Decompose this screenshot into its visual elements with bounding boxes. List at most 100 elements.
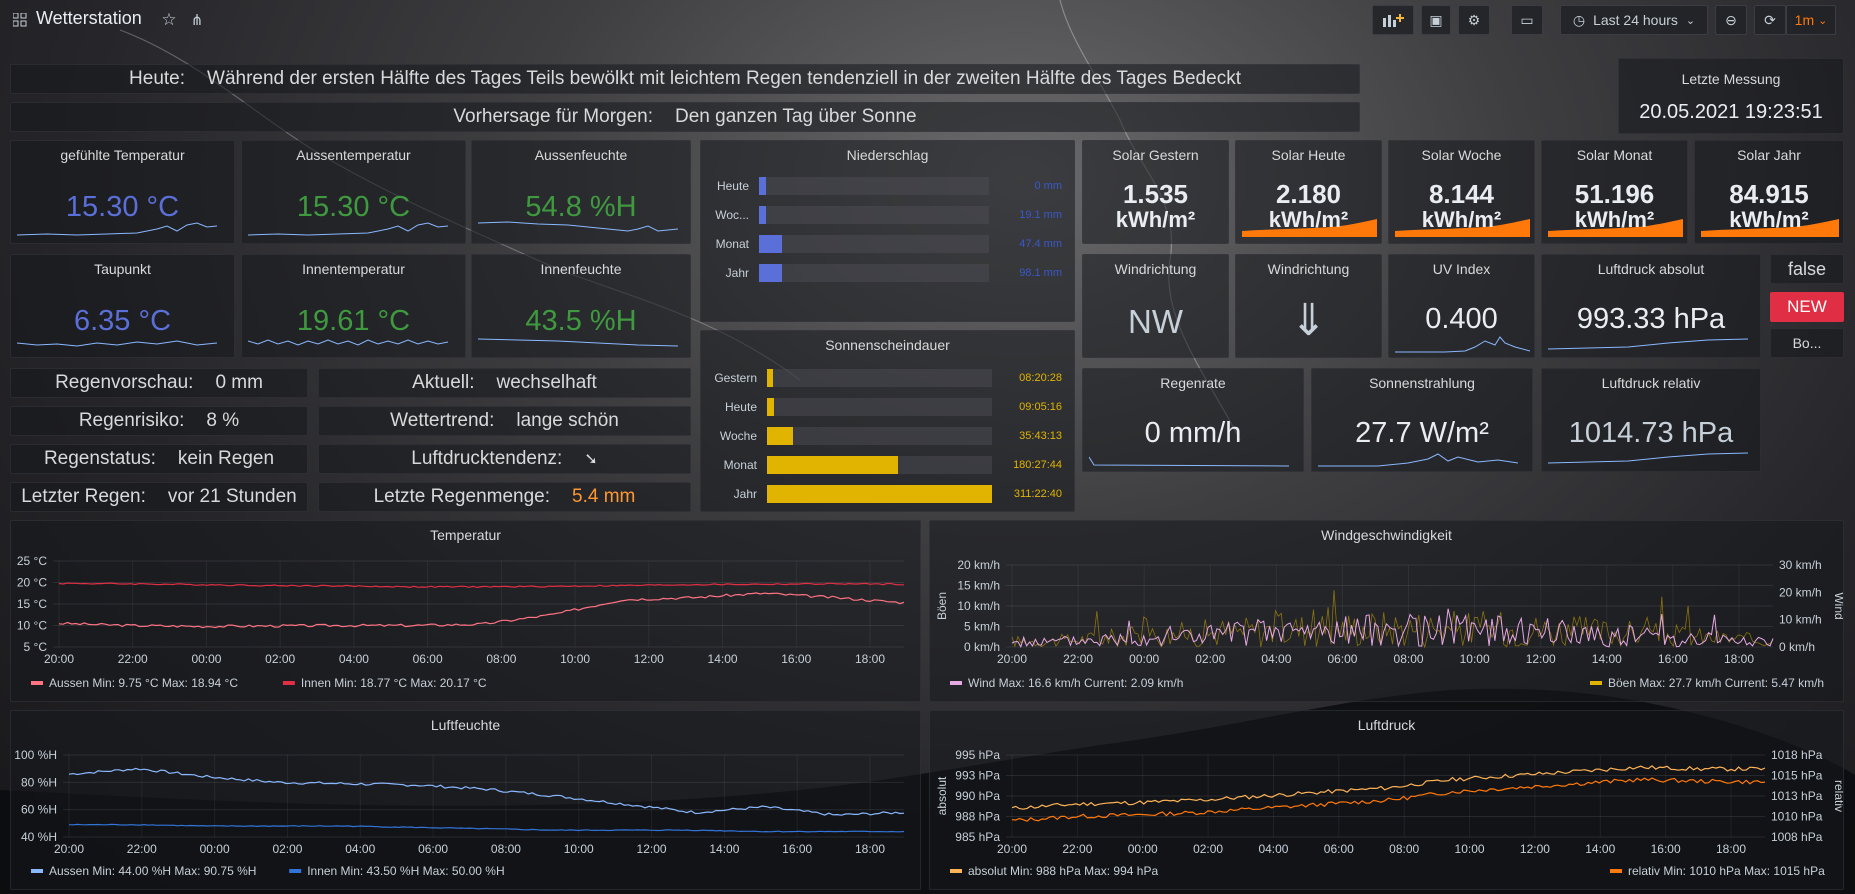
panel-title: gefühlte Temperatur [60, 147, 185, 163]
x-tick-label: 04:00 [1261, 652, 1291, 666]
legend-item[interactable]: Aussen Min: 44.00 %H Max: 90.75 %H [49, 864, 256, 878]
panel-title: Solar Gestern [1112, 147, 1199, 163]
stat-panel-windrichtung-arrow[interactable]: Windrichtung ⇓ [1235, 254, 1382, 358]
x-tick-label: 06:00 [1324, 842, 1354, 856]
stat-panel-regenrate[interactable]: Regenrate 0 mm/h [1082, 368, 1304, 472]
luftfeuchte-chart-panel[interactable]: Luftfeuchte 40 %H 60 %H 80 %H 100 %H 20:00 22… [10, 710, 921, 890]
stat-panel-aussentemperatur[interactable]: Aussentemperatur 15.30 °C [241, 140, 466, 244]
top-bar: Wetterstation ☆ ⋔ ▣ ⚙ ▭ ◷ Last 24 hours … [0, 0, 1855, 40]
gauge-bar [759, 206, 766, 224]
stat-value: 0 mm/h [1144, 417, 1242, 449]
tv-mode-icon[interactable]: ▭ [1511, 5, 1543, 35]
x-tick-label: 16:00 [1658, 652, 1688, 666]
forecast-today-label: Heute: [129, 68, 186, 89]
x-tick-label: 12:00 [637, 842, 667, 856]
stat-value: NW [1128, 303, 1183, 340]
time-range-label: Last 24 hours [1593, 12, 1678, 28]
panel-title: Windrichtung [1114, 261, 1197, 277]
x-tick-label: 18:00 [855, 652, 885, 666]
x-tick-label: 18:00 [1724, 652, 1754, 666]
stat-panel-luftdruck-relativ[interactable]: Luftdruck relativ 1014.73 hPa [1541, 368, 1761, 472]
gauge-track [759, 264, 989, 282]
info-value: lange schön [516, 410, 619, 431]
stat-unit: kWh/m² [1115, 207, 1196, 232]
panel-title: Taupunkt [94, 261, 151, 277]
legend-item[interactable]: relativ Min: 1010 hPa Max: 1015 hPa [1628, 864, 1825, 878]
save-icon[interactable]: ▣ [1421, 5, 1451, 35]
sparkline [478, 338, 678, 347]
stat-value: 8.144 [1428, 179, 1495, 209]
stat-panel-solar-woche[interactable]: Solar Woche 8.144 kWh/m² [1388, 140, 1535, 244]
x-tick-label: 14:00 [1585, 842, 1615, 856]
y-tick-label: 20 °C [17, 576, 47, 590]
zoom-out-icon[interactable]: ⊖ [1715, 5, 1747, 35]
y-tick-label-right: 1013 hPa [1771, 789, 1823, 803]
gauge-bar [759, 264, 782, 282]
share-icon[interactable]: ⋔ [186, 9, 208, 31]
x-tick-label: 16:00 [781, 652, 811, 666]
stat-panel-gefuehlte-temperatur[interactable]: gefühlte Temperatur 15.30 °C [10, 140, 235, 244]
stat-panel-solar-jahr[interactable]: Solar Jahr 84.915 kWh/m² [1694, 140, 1844, 244]
stat-panel-uv-index[interactable]: UV Index 0.400 [1388, 254, 1535, 358]
legend-item[interactable]: Wind Max: 16.6 km/h Current: 2.09 km/h [968, 676, 1183, 690]
y-tick-label-right: 1015 hPa [1771, 769, 1823, 783]
stat-panel-solar-gestern[interactable]: Solar Gestern 1.535 kWh/m² [1082, 140, 1229, 244]
legend-item[interactable]: Aussen Min: 9.75 °C Max: 18.94 °C [49, 676, 238, 690]
x-tick-label: 02:00 [265, 652, 295, 666]
legend-item[interactable]: Böen Max: 27.7 km/h Current: 5.47 km/h [1608, 676, 1824, 690]
stat-unit: kWh/m² [1421, 207, 1502, 232]
legend-swatch [1590, 681, 1602, 685]
panel-title: Luftdruck absolut [1597, 261, 1705, 277]
luftdruck-chart-panel[interactable]: Luftdruck 985 hPa 988 hPa 990 hPa 993 hPa 99… [929, 710, 1844, 890]
time-range-picker[interactable]: ◷ Last 24 hours ⌄ [1560, 5, 1708, 35]
series-line [1011, 777, 1766, 822]
stat-panel-luftdruck-absolut[interactable]: Luftdruck absolut 993.33 hPa [1541, 254, 1761, 358]
x-tick-label: 14:00 [709, 842, 739, 856]
legend-item[interactable]: absolut Min: 988 hPa Max: 994 hPa [968, 864, 1158, 878]
stat-panel-solar-monat[interactable]: Solar Monat 51.196 kWh/m² [1541, 140, 1688, 244]
legend-swatch [282, 681, 295, 685]
y-tick-label: 10 km/h [957, 599, 1000, 613]
gauge-label: Monat [723, 458, 757, 472]
star-icon[interactable]: ☆ [158, 9, 180, 31]
settings-icon[interactable]: ⚙ [1458, 5, 1490, 35]
stat-panel-innentemperatur[interactable]: Innentemperatur 19.61 °C [241, 254, 466, 358]
legend-item[interactable]: Innen Min: 43.50 %H Max: 50.00 %H [307, 864, 504, 878]
side-bo-panel[interactable]: Bo... [1770, 328, 1844, 358]
windgeschwindigkeit-chart-panel[interactable]: Windgeschwindigkeit 0 km/h 5 km/h 10 km/h 1… [929, 520, 1844, 702]
refresh-interval-picker[interactable]: 1m ⌄ [1786, 5, 1836, 35]
refresh-button[interactable]: ⟳ [1754, 5, 1786, 35]
y-tick-label: 40 %H [21, 830, 57, 844]
legend-swatch [950, 869, 962, 873]
add-panel-button[interactable] [1372, 5, 1414, 35]
x-tick-label: 20:00 [997, 652, 1027, 666]
x-tick-label: 10:00 [560, 652, 590, 666]
niederschlag-panel[interactable]: Niederschlag Heute 0 mm Woc... 19.1 mm Monat… [700, 140, 1075, 322]
y-tick-label: 995 hPa [955, 748, 1000, 762]
gauge-value: 311:22:40 [1013, 488, 1062, 500]
temperatur-chart-panel[interactable]: Temperatur 5 °C 10 °C 15 °C 20 °C 25 °C 20:00… [10, 520, 921, 702]
stat-panel-windrichtung-text[interactable]: Windrichtung NW [1082, 254, 1229, 358]
info-label: Letzte Regenmenge: [373, 486, 551, 507]
gauge-value: 0 mm [1034, 180, 1063, 192]
info-regenvorschau: Regenvorschau: 0 mm [10, 368, 308, 398]
dashboard-title[interactable]: Wetterstation [36, 8, 142, 29]
y-tick-label: 15 °C [17, 597, 47, 611]
stat-panel-innenfeuchte[interactable]: Innenfeuchte 43.5 %H [471, 254, 691, 358]
sonnenscheindauer-panel[interactable]: Sonnenscheindauer Gestern 08:20:28 Heute 09… [700, 330, 1075, 512]
stat-panel-taupunkt[interactable]: Taupunkt 6.35 °C [10, 254, 235, 358]
gauge-bar [767, 369, 774, 387]
x-tick-label: 20:00 [44, 652, 74, 666]
x-tick-label: 06:00 [418, 842, 448, 856]
x-tick-label: 00:00 [200, 842, 230, 856]
gauge-label: Heute [724, 400, 757, 414]
y-tick-label-right: 20 km/h [1779, 585, 1822, 599]
stat-panel-sonnenstrahlung[interactable]: Sonnenstrahlung 27.7 W/m² [1311, 368, 1533, 472]
stat-panel-solar-heute[interactable]: Solar Heute 2.180 kWh/m² [1235, 140, 1382, 244]
stat-panel-aussenfeuchte[interactable]: Aussenfeuchte 54.8 %H [471, 140, 691, 244]
dashboard-grid-icon[interactable] [10, 10, 30, 30]
luftdruck-chart: 985 hPa 988 hPa 990 hPa 993 hPa 995 hPa 1008 … [935, 748, 1843, 878]
refresh-interval-label: 1m [1794, 12, 1815, 28]
legend-item[interactable]: Innen Min: 18.77 °C Max: 20.17 °C [301, 676, 487, 690]
last-measurement-panel: Letzte Messung 20.05.2021 19:23:51 [1618, 58, 1844, 134]
